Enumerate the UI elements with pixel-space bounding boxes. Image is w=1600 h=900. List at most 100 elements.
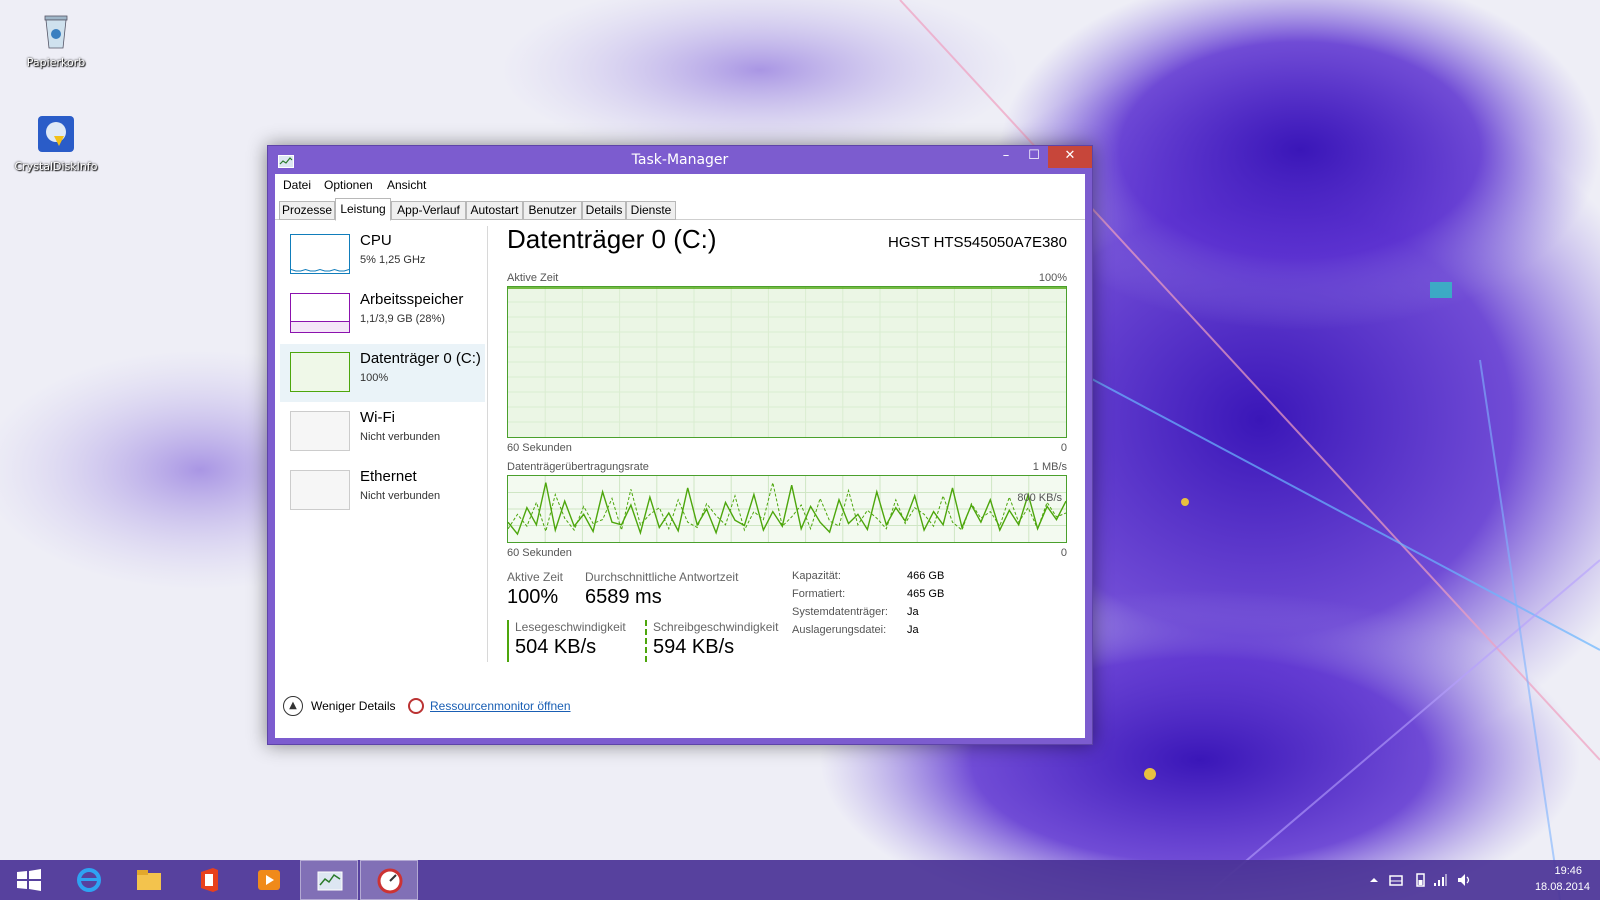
resource-monitor-icon [377,868,403,894]
active-time-graph-canvas [508,287,1066,437]
transfer-rate-graph-timespan: 60 Sekunden [507,547,572,559]
transfer-rate-graph-label: Datenträgerübertragungsrate [507,461,649,473]
cpu-mini-graph [291,268,349,272]
start-icon [17,869,41,891]
cpu-usage-line [291,268,349,272]
window-footer: ▲ Weniger Details Ressourcenmonitor öffn… [275,688,1085,728]
stat-read-value: 504 KB/s [515,636,597,658]
taskbar-task-manager[interactable] [300,860,358,900]
menu-bar: Datei Optionen Ansicht [275,174,1085,196]
tab-dienste[interactable]: Dienste [626,201,676,220]
close-button[interactable]: ✕ [1048,146,1092,168]
prop-pagefile-label: Auslagerungsdatei: [792,624,887,636]
sidebar-item-ethernet[interactable]: Ethernet Nicht verbunden [280,462,485,520]
desktop-icon-recycle-bin[interactable]: Papierkorb [6,8,106,69]
tab-bar: Prozesse Leistung App-Verlauf Autostart … [275,198,1085,221]
sidebar-item-disk[interactable]: Datenträger 0 (C:) 100% [280,344,485,402]
prop-system-disk-label: Systemdatenträger: [792,606,888,618]
menu-ansicht[interactable]: Ansicht [387,178,426,192]
fewer-details-button[interactable]: Weniger Details [311,699,395,713]
network-icon[interactable] [1432,872,1448,888]
menu-datei[interactable]: Datei [283,178,311,192]
sidebar-item-value: 1,1/3,9 GB (28%) [360,313,445,325]
prop-capacity-label: Kapazität: [792,570,841,582]
transfer-rate-graph-min: 0 [1060,547,1067,559]
clock-date[interactable]: 18.08.2014 [1535,881,1590,893]
tab-app-verlauf[interactable]: App-Verlauf [391,201,466,220]
sidebar-item-label: Ethernet [360,468,417,485]
sidebar-item-label: Arbeitsspeicher [360,291,464,308]
sidebar-item-value: 100% [360,372,389,384]
desktop: Papierkorb CrystalDiskInfo Task-Manager … [0,0,1600,900]
pane-divider[interactable] [487,226,488,662]
prop-capacity-value: 466 GB [907,570,945,582]
prop-pagefile-value: Ja [907,624,919,636]
active-time-graph [507,286,1067,438]
taskbar-resource-monitor[interactable] [360,860,418,900]
system-tray: 19:46 18.08.2014 [1360,860,1600,900]
open-resource-monitor-link[interactable]: Ressourcenmonitor öffnen [430,699,571,713]
ethernet-thumbnail-graph [290,470,350,510]
read-speed-line [507,482,1067,536]
sidebar-item-wifi[interactable]: Wi-Fi Nicht verbunden [280,403,485,461]
sidebar-item-label: Wi-Fi [360,409,395,426]
sidebar-item-value: Nicht verbunden [360,490,441,502]
internet-explorer-icon [77,868,101,892]
show-hidden-icons-icon[interactable] [1366,872,1382,888]
chevron-up-icon[interactable]: ▲ [283,696,303,716]
sidebar-item-memory[interactable]: Arbeitsspeicher 1,1/3,9 GB (28%) [280,285,485,343]
active-time-graph-max: 100% [1038,272,1067,284]
active-time-graph-label: Aktive Zeit [507,272,559,284]
window-title: Task-Manager [631,152,729,168]
stat-read-label: Lesegeschwindigkeit [515,620,626,634]
media-player-icon [258,870,280,890]
task-manager-icon [317,871,343,891]
sidebar-item-cpu[interactable]: CPU 5% 1,25 GHz [280,226,485,284]
file-explorer-icon [137,870,161,890]
resource-monitor-icon [408,698,424,714]
tab-prozesse[interactable]: Prozesse [279,201,335,220]
window-titlebar[interactable]: Task-Manager – ☐ ✕ [268,146,1092,174]
performance-sidebar: CPU 5% 1,25 GHz Arbeitsspeicher 1,1/3,9 … [275,222,485,662]
disk-thumbnail-graph [290,352,350,392]
stat-write-label: Schreibgeschwindigkeit [653,620,779,634]
taskbar-media-player[interactable] [240,860,298,900]
memory-fill [291,321,349,332]
stat-active-time-value: 100% [507,586,559,608]
crystaldiskinfo-icon [34,112,78,156]
active-time-graph-min: 0 [1060,442,1067,454]
transfer-rate-graph-mark: 800 KB/s [1017,492,1062,504]
sidebar-item-value: 5% 1,25 GHz [360,254,426,266]
disk-detail-pane: Datenträger 0 (C:) HGST HTS545050A7E380 … [507,222,1067,662]
cpu-thumbnail-graph [290,234,350,274]
prop-formatted-value: 465 GB [907,588,945,600]
tab-autostart[interactable]: Autostart [466,201,523,220]
menu-optionen[interactable]: Optionen [324,178,373,192]
taskbar-internet-explorer[interactable] [60,860,118,900]
action-center-icon[interactable] [1388,872,1404,888]
start-button[interactable] [0,860,58,900]
prop-formatted-label: Formatiert: [792,588,846,600]
transfer-rate-graph: 800 KB/s [507,475,1067,543]
maximize-button[interactable]: ☐ [1020,146,1048,168]
taskbar-office[interactable] [180,860,238,900]
volume-icon[interactable] [1456,872,1472,888]
tab-details[interactable]: Details [582,201,626,220]
disk-fill [291,353,349,391]
sidebar-item-label: Datenträger 0 (C:) [360,350,481,367]
taskbar-file-explorer[interactable] [120,860,178,900]
read-speed-indicator [507,620,509,662]
wifi-thumbnail-graph [290,411,350,451]
office-icon [201,868,218,892]
prop-system-disk-value: Ja [907,606,919,618]
tab-leistung[interactable]: Leistung [335,198,391,221]
sidebar-item-value: Nicht verbunden [360,431,441,443]
recycle-bin-icon [34,8,78,52]
desktop-icon-crystaldiskinfo[interactable]: CrystalDiskInfo [6,112,106,173]
transfer-rate-graph-max: 1 MB/s [1032,461,1067,473]
tab-benutzer[interactable]: Benutzer [523,201,582,220]
minimize-button[interactable]: – [992,146,1020,168]
battery-icon[interactable] [1412,872,1428,888]
clock-time[interactable]: 19:46 [1554,865,1582,877]
transfer-rate-graph-canvas [507,476,1067,542]
